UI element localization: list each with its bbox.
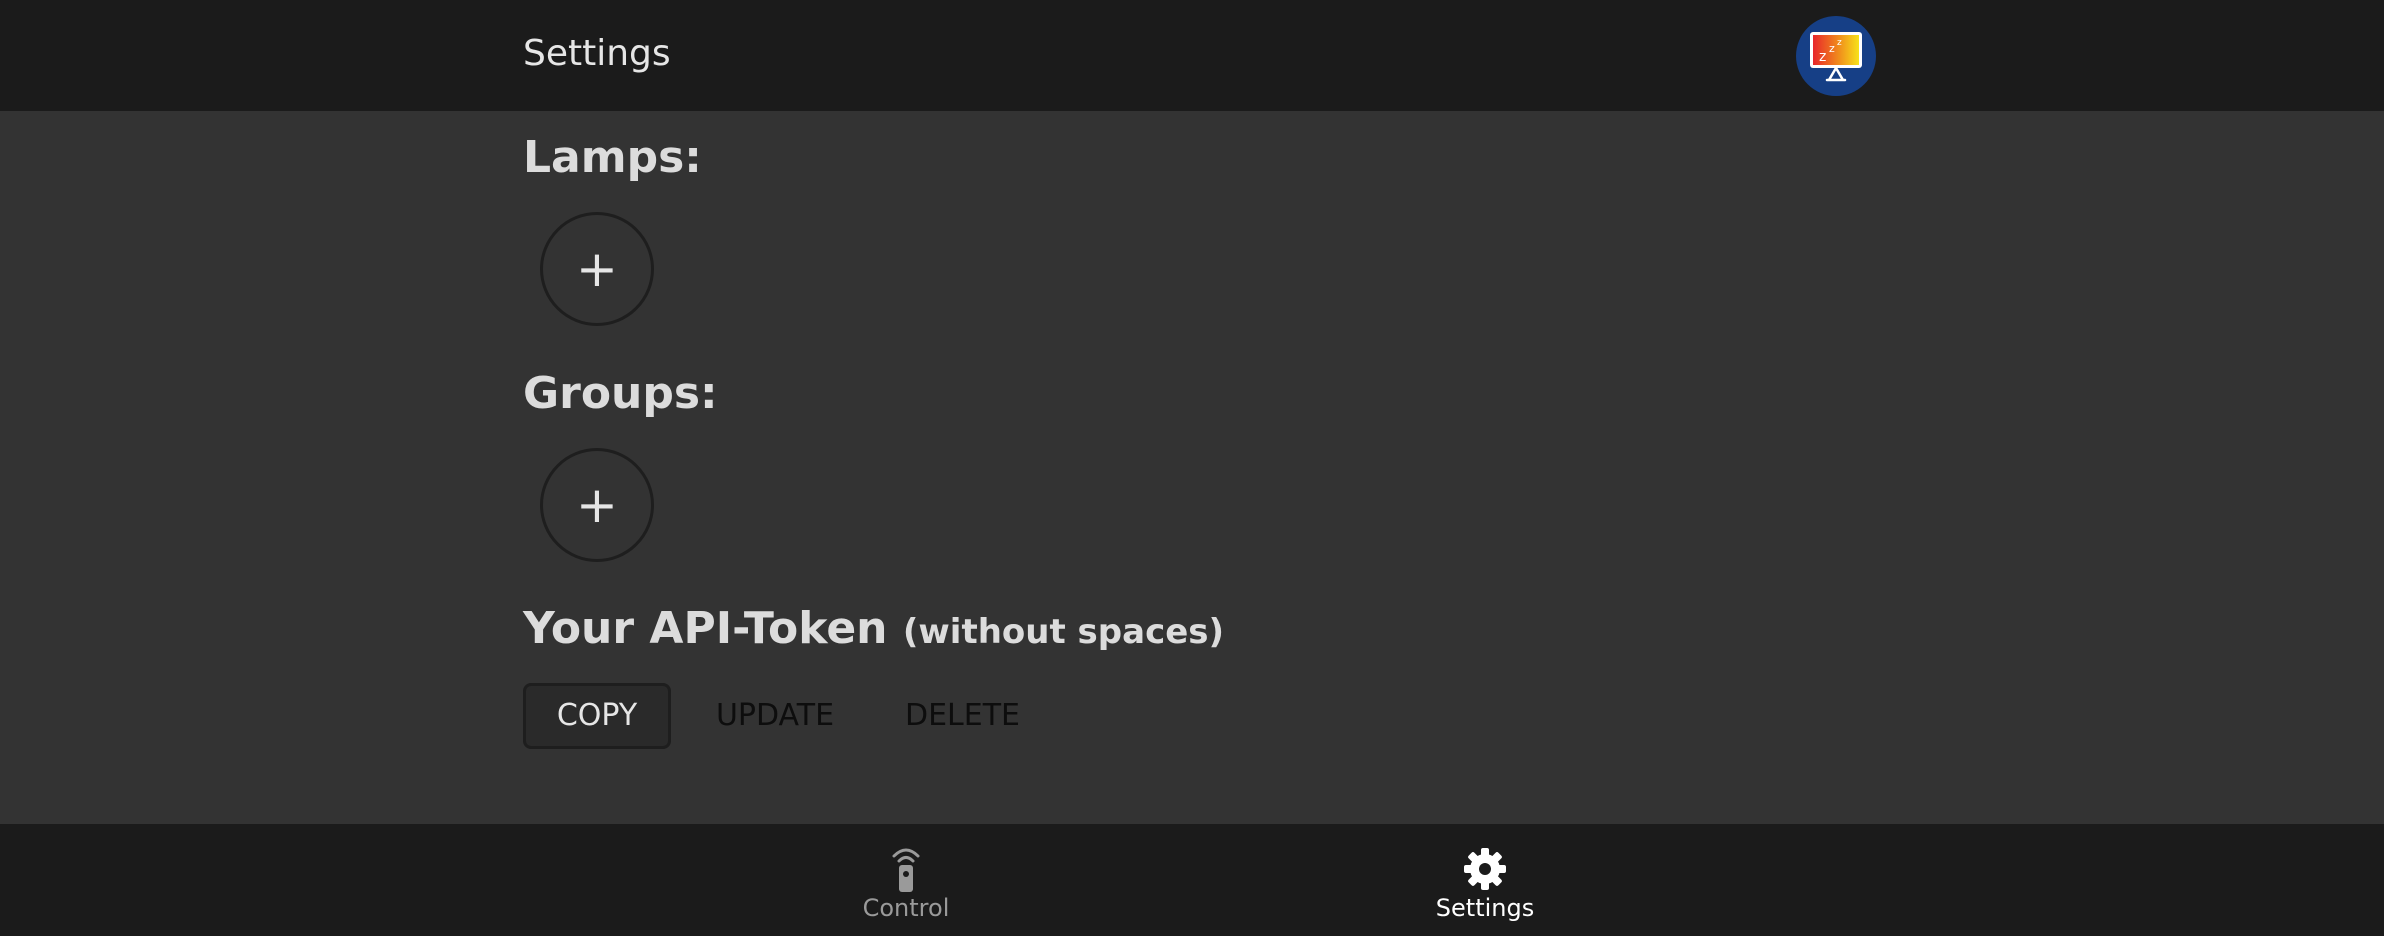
nav-control[interactable]: Control [826, 846, 986, 922]
svg-text:z: z [1837, 38, 1842, 48]
nav-settings[interactable]: Settings [1405, 846, 1565, 922]
lamps-heading: Lamps: [523, 132, 702, 183]
groups-heading: Groups: [523, 368, 718, 419]
sleeping-monitor-icon: z z z [1810, 32, 1862, 82]
svg-text:z: z [1829, 42, 1835, 55]
nav-control-label: Control [862, 894, 950, 922]
gear-icon [1464, 848, 1506, 890]
nav-settings-label: Settings [1435, 894, 1535, 922]
add-group-button[interactable]: + [540, 448, 654, 562]
api-token-note: (without spaces) [902, 612, 1225, 652]
top-app-bar: Settings z z z [0, 0, 2384, 111]
plus-icon: + [576, 476, 618, 534]
api-token-title: Your API-Token [523, 603, 888, 654]
add-lamp-button[interactable]: + [540, 212, 654, 326]
plus-icon: + [576, 240, 618, 298]
copy-button[interactable]: COPY [523, 683, 671, 749]
page-title: Settings [523, 33, 671, 74]
delete-button[interactable]: DELETE [895, 683, 1030, 749]
app-logo[interactable]: z z z [1796, 16, 1876, 96]
api-token-heading: Your API-Token (without spaces) [523, 601, 1224, 660]
remote-control-icon [892, 848, 920, 892]
bottom-navigation: Control Settings [0, 824, 2384, 936]
svg-text:z: z [1819, 49, 1826, 65]
update-button[interactable]: UPDATE [700, 683, 850, 749]
